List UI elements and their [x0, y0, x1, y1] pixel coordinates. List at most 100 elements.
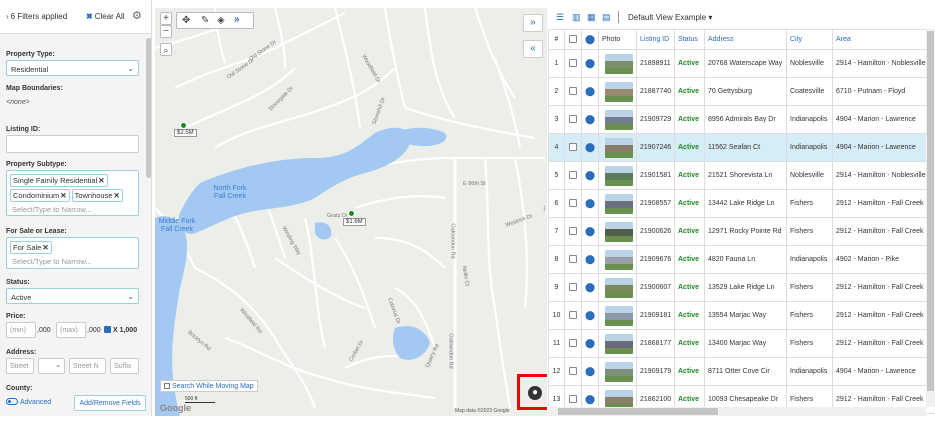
row-map-cell[interactable]: ⬤	[581, 273, 599, 302]
row-checkbox[interactable]	[569, 170, 577, 179]
row-checkbox[interactable]	[569, 282, 577, 291]
row-listing-id[interactable]: 21909676	[636, 245, 675, 274]
listing-photo-thumbnail[interactable]	[605, 137, 633, 158]
map-pin-icon[interactable]: ⬤	[585, 254, 595, 264]
map-pin-icon[interactable]: ⬤	[585, 282, 595, 292]
chip-condominium[interactable]: Condominium✕	[10, 189, 70, 202]
table-row[interactable]: 10 ⬤ 21909181 Active 13554 Marjac Way Fishers…	[548, 301, 935, 330]
collapse-map-right-button[interactable]: »	[523, 14, 543, 32]
row-map-cell[interactable]: ⬤	[581, 161, 599, 190]
table-row[interactable]: 2 ⬤ 21887740 Active 70 Gettysburg Coatesville…	[548, 77, 935, 106]
row-checkbox[interactable]	[569, 198, 577, 207]
table-row[interactable]: 3 ⬤ 21909729 Active 8956 Admirals Bay Dr Indi…	[548, 105, 935, 134]
chip-for-sale[interactable]: For Sale✕	[10, 241, 52, 254]
row-map-cell[interactable]: ⬤	[581, 49, 599, 78]
row-listing-id[interactable]: 21900607	[636, 273, 675, 302]
map-view[interactable]: North Fork Fall Creek Middle Fork Fall C…	[155, 8, 547, 416]
filter-scrollbar[interactable]	[146, 38, 151, 178]
chip-single-family[interactable]: Single Family Residential✕	[10, 174, 108, 187]
listing-photo-thumbnail[interactable]	[605, 165, 633, 186]
listing-marker-label[interactable]: $2.5M	[174, 129, 197, 137]
report-view-icon[interactable]: ▤	[602, 12, 611, 23]
grid-horizontal-scrollbar[interactable]	[548, 407, 926, 416]
scrollbar-thumb[interactable]	[927, 31, 934, 391]
table-row[interactable]: 8 ⬤ 21909676 Active 4820 Fauna Ln Indianapoli…	[548, 245, 935, 274]
row-photo-cell[interactable]	[598, 105, 637, 134]
map-pin-icon[interactable]: ⬤	[585, 114, 595, 124]
column-header-select[interactable]	[564, 29, 582, 50]
list-view-icon[interactable]: ☰	[556, 12, 564, 23]
grid-view-icon[interactable]: ▦	[587, 12, 596, 23]
row-map-cell[interactable]: ⬤	[581, 133, 599, 162]
table-row[interactable]: 7 ⬤ 21900626 Active 12971 Rocky Pointe Rd Fis…	[548, 217, 935, 246]
row-listing-id[interactable]: 21909179	[636, 357, 675, 386]
listing-photo-thumbnail[interactable]	[605, 81, 633, 102]
row-select-cell[interactable]	[564, 105, 582, 134]
row-map-cell[interactable]: ⬤	[581, 217, 599, 246]
close-icon[interactable]: ✕	[60, 191, 66, 200]
row-listing-id[interactable]: 21907246	[636, 133, 675, 162]
map-pin-icon[interactable]: ⬤	[585, 142, 595, 152]
row-select-cell[interactable]	[564, 217, 582, 246]
close-icon[interactable]: ✕	[42, 243, 48, 252]
row-checkbox[interactable]	[569, 142, 577, 151]
expand-tools-icon[interactable]: »	[234, 14, 240, 26]
map-pin-icon[interactable]: ⬤	[585, 170, 595, 180]
row-select-cell[interactable]	[564, 161, 582, 190]
listing-marker[interactable]	[180, 122, 187, 129]
row-photo-cell[interactable]	[598, 49, 637, 78]
row-photo-cell[interactable]	[598, 357, 637, 386]
listing-photo-thumbnail[interactable]	[605, 109, 633, 130]
row-select-cell[interactable]	[564, 301, 582, 330]
row-map-cell[interactable]: ⬤	[581, 189, 599, 218]
draw-icon[interactable]: ✎	[201, 15, 209, 27]
zoom-out-button[interactable]: −	[160, 25, 172, 38]
close-icon[interactable]: ✕	[98, 176, 104, 185]
row-photo-cell[interactable]	[598, 245, 637, 274]
row-map-cell[interactable]: ⬤	[581, 301, 599, 330]
map-pin-icon[interactable]: ⬤	[585, 394, 595, 404]
row-select-cell[interactable]	[564, 273, 582, 302]
column-view-icon[interactable]: ▥	[572, 12, 581, 23]
row-listing-id[interactable]: 21887740	[636, 77, 675, 106]
street-direction-select[interactable]: ⌄	[38, 358, 65, 374]
row-select-cell[interactable]	[564, 357, 582, 386]
property-subtype-multiselect[interactable]: Single Family Residential✕ Condominium✕ To…	[6, 170, 139, 216]
map-pin-icon[interactable]: ⬤	[585, 226, 595, 236]
row-listing-id[interactable]: 21908557	[636, 189, 675, 218]
row-photo-cell[interactable]	[598, 273, 637, 302]
row-listing-id[interactable]: 21900626	[636, 217, 675, 246]
for-sale-lease-placeholder[interactable]: Select/Type to Narrow...	[9, 255, 136, 268]
advanced-toggle[interactable]: Advanced	[6, 398, 51, 406]
row-checkbox[interactable]	[569, 338, 577, 347]
listing-id-input[interactable]	[6, 135, 139, 153]
map-pin-icon[interactable]: ⬤	[585, 86, 595, 96]
column-header-listing-id[interactable]: Listing ID	[636, 29, 675, 50]
listing-photo-thumbnail[interactable]	[605, 333, 633, 354]
row-checkbox[interactable]	[569, 114, 577, 123]
scrollbar-thumb[interactable]	[558, 408, 718, 415]
clear-all-button[interactable]: ✖ Clear All	[86, 12, 125, 21]
map-pin-icon[interactable]: ⬤	[585, 58, 595, 68]
row-photo-cell[interactable]	[598, 133, 637, 162]
map-pin-icon[interactable]: ⬤	[585, 338, 595, 348]
filters-applied-toggle[interactable]: › 6 Filters applied	[6, 12, 67, 21]
listing-photo-thumbnail[interactable]	[605, 249, 633, 270]
listing-photo-thumbnail[interactable]	[605, 305, 633, 326]
view-selector[interactable]: Default View Example ▾	[628, 13, 712, 22]
property-type-select[interactable]: Residential ⌄	[6, 60, 139, 76]
row-checkbox[interactable]	[569, 366, 577, 375]
multiplier-checkbox[interactable]	[104, 326, 111, 333]
row-listing-id[interactable]: 21868177	[636, 329, 675, 358]
search-while-moving-checkbox[interactable]	[164, 383, 170, 389]
row-map-cell[interactable]: ⬤	[581, 77, 599, 106]
row-map-cell[interactable]: ⬤	[581, 329, 599, 358]
row-select-cell[interactable]	[564, 49, 582, 78]
table-row[interactable]: 1 ⬤ 21898911 Active 20768 Waterscape Way Nobl…	[548, 49, 935, 78]
table-row[interactable]: 11 ⬤ 21868177 Active 13400 Marjac Way Fishers…	[548, 329, 935, 358]
table-row[interactable]: 12 ⬤ 21909179 Active 8711 Otter Cove Cir Indi…	[548, 357, 935, 386]
row-photo-cell[interactable]	[598, 161, 637, 190]
listing-photo-thumbnail[interactable]	[605, 193, 633, 214]
row-listing-id[interactable]: 21909181	[636, 301, 675, 330]
table-row[interactable]: 4 ⬤ 21907246 Active 11562 Seafan Ct Indianapo…	[548, 133, 935, 162]
